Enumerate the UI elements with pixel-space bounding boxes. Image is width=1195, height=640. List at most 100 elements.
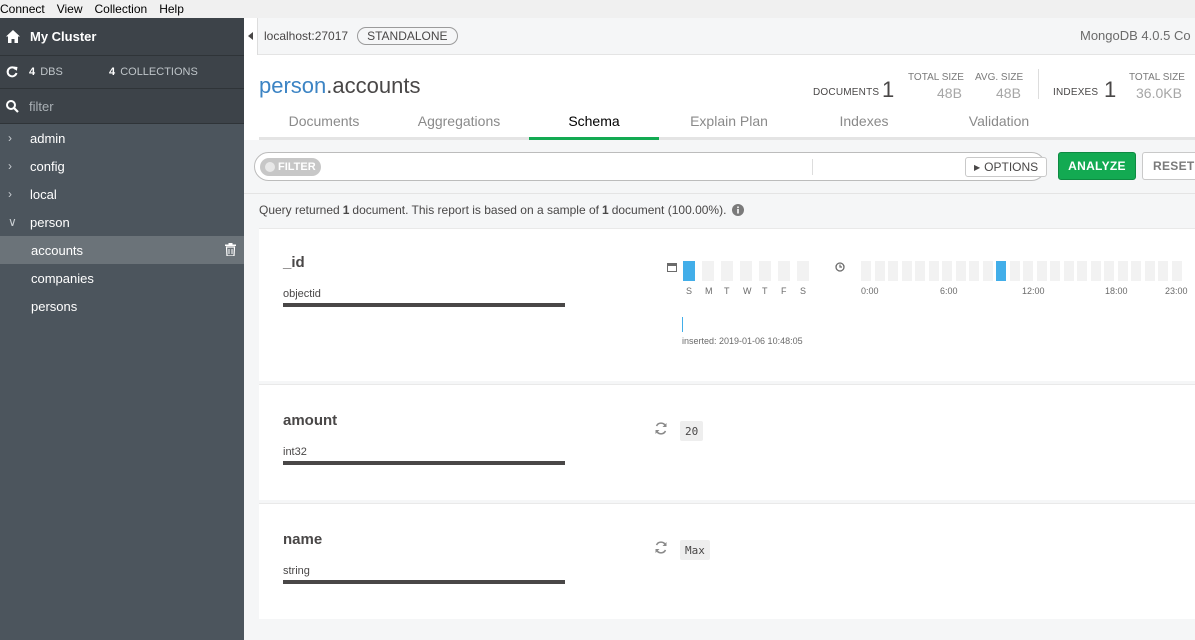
tab-indexes[interactable]: Indexes xyxy=(799,110,929,140)
filter-input[interactable] xyxy=(29,98,209,114)
type-distribution-bar[interactable] xyxy=(283,303,565,307)
weekday-label: W xyxy=(743,286,752,296)
weekday-bar[interactable] xyxy=(778,261,790,281)
hour-bar[interactable] xyxy=(901,261,912,281)
analyze-button[interactable]: ANALYZE xyxy=(1058,152,1136,180)
main-panel: localhost:27017 STANDALONE MongoDB 4.0.5… xyxy=(244,17,1195,640)
hour-histogram xyxy=(861,261,1185,281)
total-size-value: 48B xyxy=(937,85,962,101)
hour-bar[interactable] xyxy=(1063,261,1074,281)
db-label: config xyxy=(30,158,65,174)
hour-bar[interactable] xyxy=(1117,261,1128,281)
tab-validation[interactable]: Validation xyxy=(934,110,1064,140)
collections-count: 4 xyxy=(109,66,116,78)
hour-label: 18:00 xyxy=(1105,286,1128,296)
reset-button[interactable]: RESET xyxy=(1142,152,1195,180)
sidebar-db-config[interactable]: › config xyxy=(0,152,244,180)
hour-bar[interactable] xyxy=(1023,261,1033,281)
sidebar-db-local[interactable]: › local xyxy=(0,180,244,208)
menu-view[interactable]: View xyxy=(51,2,89,16)
hour-bar[interactable] xyxy=(1171,261,1182,281)
hour-bar[interactable] xyxy=(969,261,979,281)
avg-size-label: AVG. SIZE xyxy=(975,72,1024,83)
hour-bar[interactable] xyxy=(861,261,871,281)
type-distribution-bar[interactable] xyxy=(283,461,565,465)
dbs-count: 4 xyxy=(29,66,36,78)
hour-bar[interactable] xyxy=(1131,261,1141,281)
weekday-bar[interactable] xyxy=(683,261,695,281)
menu-connect[interactable]: Connect xyxy=(0,2,51,16)
documents-label: DOCUMENTS xyxy=(813,87,880,98)
tab-schema[interactable]: Schema xyxy=(529,110,659,140)
indexes-label: INDEXES xyxy=(1053,87,1099,98)
hour-bar[interactable] xyxy=(874,261,885,281)
hour-bar[interactable] xyxy=(1077,261,1087,281)
schema-field-name: name string Max xyxy=(259,503,1195,619)
cluster-header[interactable]: My Cluster xyxy=(0,18,244,55)
hour-bar[interactable] xyxy=(1144,261,1155,281)
weekday-bar[interactable] xyxy=(740,261,752,281)
hour-bar[interactable] xyxy=(1090,261,1101,281)
hour-bar[interactable] xyxy=(1158,261,1168,281)
inserted-marker xyxy=(682,317,683,332)
chevron-right-icon: › xyxy=(8,159,12,173)
tab-aggregations[interactable]: Aggregations xyxy=(394,110,524,140)
sidebar-collection-accounts[interactable]: accounts xyxy=(0,236,244,264)
hour-bar[interactable] xyxy=(996,261,1006,281)
sidebar-filter xyxy=(0,88,244,124)
field-type-label: objectid xyxy=(283,288,321,300)
sidebar-collection-companies[interactable]: companies xyxy=(0,264,244,292)
info-icon[interactable] xyxy=(732,204,745,216)
instance-topbar: localhost:27017 STANDALONE MongoDB 4.0.5… xyxy=(244,17,1195,55)
weekday-bar[interactable] xyxy=(721,261,733,281)
sidebar-db-admin[interactable]: › admin xyxy=(0,124,244,152)
menu-bar: Connect View Collection Help xyxy=(0,0,1195,18)
hour-bar[interactable] xyxy=(1050,261,1060,281)
namespace-db[interactable]: person xyxy=(259,73,326,98)
inserted-timestamp: inserted: 2019-01-06 10:48:05 xyxy=(682,336,803,346)
hour-bar[interactable] xyxy=(915,261,925,281)
sidebar-db-person[interactable]: ∨ person xyxy=(0,208,244,236)
host-address: localhost:27017 xyxy=(264,29,349,43)
tab-documents[interactable]: Documents xyxy=(259,110,389,140)
weekday-label: T xyxy=(762,286,768,296)
type-distribution-bar[interactable] xyxy=(283,580,565,584)
trash-icon[interactable] xyxy=(225,243,236,256)
weekday-bar[interactable] xyxy=(759,261,771,281)
hour-bar[interactable] xyxy=(1036,261,1047,281)
hour-bar[interactable] xyxy=(1009,261,1020,281)
menu-help[interactable]: Help xyxy=(153,2,190,16)
hour-bar[interactable] xyxy=(928,261,939,281)
refresh-icon[interactable] xyxy=(6,66,18,78)
tab-explain-plan[interactable]: Explain Plan xyxy=(664,110,794,140)
options-toggle[interactable]: ▶ OPTIONS xyxy=(965,157,1048,177)
refresh-sample-icon[interactable] xyxy=(654,422,668,435)
collapse-sidebar-button[interactable] xyxy=(244,17,258,55)
filter-query-input[interactable]: FILTER ▶ OPTIONS xyxy=(254,152,1048,181)
collections-stat: 4 COLLECTIONS xyxy=(109,66,198,78)
server-version: MongoDB 4.0.5 Co xyxy=(1080,28,1191,43)
chevron-down-icon: ∨ xyxy=(8,215,17,229)
hour-bar[interactable] xyxy=(982,261,993,281)
hour-bar[interactable] xyxy=(1104,261,1114,281)
weekday-bar[interactable] xyxy=(797,261,809,281)
schema-field-id: _id objectid SMTWTFS 0:00 6:00 12:00 18:… xyxy=(259,228,1195,381)
sidebar-collection-persons[interactable]: persons xyxy=(0,292,244,320)
weekday-histogram xyxy=(683,261,816,281)
schema-field-amount: amount int32 20 xyxy=(259,384,1195,500)
hour-bar[interactable] xyxy=(955,261,966,281)
hour-bar[interactable] xyxy=(888,261,898,281)
dbs-label: DBS xyxy=(40,66,63,78)
db-label: admin xyxy=(30,130,66,146)
dbs-stat: 4 DBS xyxy=(29,66,109,78)
menu-collection[interactable]: Collection xyxy=(89,2,154,16)
collection-tabs: Documents Aggregations Schema Explain Pl… xyxy=(259,110,1195,140)
weekday-bar[interactable] xyxy=(702,261,714,281)
hour-label: 0:00 xyxy=(861,286,879,296)
hour-label: 12:00 xyxy=(1022,286,1045,296)
sample-value: Max xyxy=(680,540,710,560)
calendar-icon xyxy=(667,263,677,272)
hour-bar[interactable] xyxy=(942,261,952,281)
home-icon xyxy=(6,30,20,43)
refresh-sample-icon[interactable] xyxy=(654,541,668,554)
